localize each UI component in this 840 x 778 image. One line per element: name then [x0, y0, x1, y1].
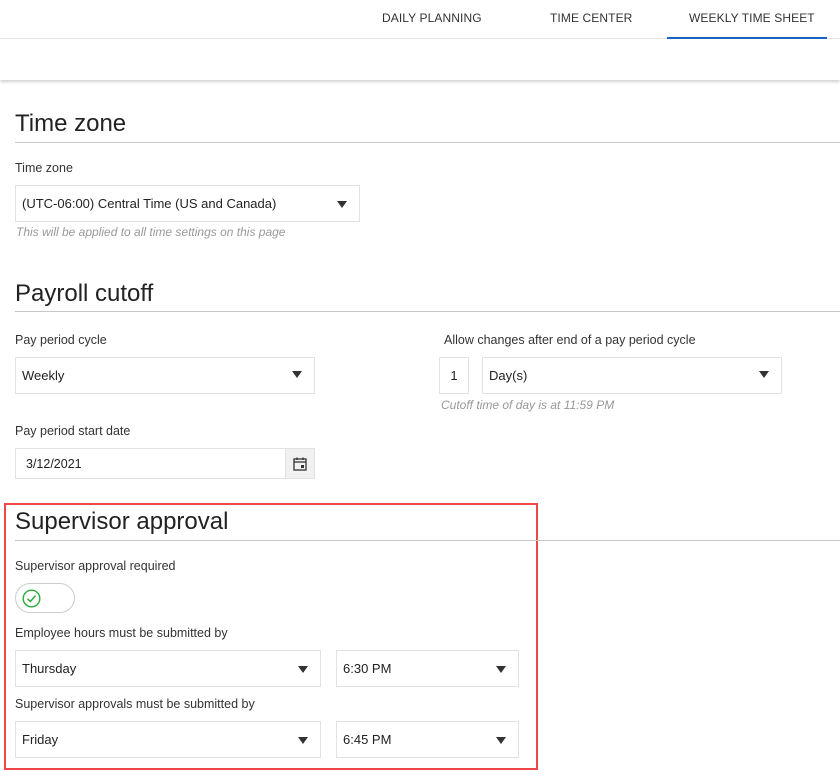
active-tab-indicator — [667, 37, 827, 39]
time-zone-label: Time zone — [15, 161, 73, 175]
pay-period-cycle-value: Weekly — [22, 368, 65, 383]
time-zone-hint: This will be applied to all time setting… — [16, 225, 286, 239]
pay-period-cycle-select[interactable]: Weekly — [15, 357, 315, 394]
chevron-down-icon — [298, 737, 308, 744]
divider — [15, 142, 840, 143]
employee-day-select[interactable]: Thursday — [15, 650, 321, 687]
cutoff-hint: Cutoff time of day is at 11:59 PM — [441, 398, 615, 412]
section-title-payroll-cutoff: Payroll cutoff — [15, 280, 154, 307]
chevron-down-icon — [298, 666, 308, 673]
tab-time-center[interactable]: TIME CENTER — [550, 11, 632, 25]
section-title-supervisor-approval: Supervisor approval — [15, 508, 229, 535]
employee-day-value: Thursday — [22, 661, 77, 676]
calendar-button[interactable] — [285, 448, 315, 479]
check-circle-icon — [22, 589, 41, 608]
chevron-down-icon — [496, 666, 506, 673]
allow-changes-count-input[interactable]: 1 — [439, 357, 469, 394]
allow-changes-count: 1 — [450, 368, 458, 383]
pay-period-start-label: Pay period start date — [15, 424, 131, 438]
approval-time-value: 6:45 PM — [343, 732, 392, 747]
tab-bar: DAILY PLANNING TIME CENTER WEEKLY TIME S… — [0, 0, 840, 39]
pay-period-start-value: 3/12/2021 — [26, 456, 82, 471]
chevron-down-icon — [292, 371, 302, 378]
calendar-icon — [293, 457, 307, 471]
pay-period-cycle-label: Pay period cycle — [15, 333, 107, 347]
allow-changes-unit-select[interactable]: Day(s) — [482, 357, 782, 394]
divider — [15, 540, 840, 541]
tab-weekly-time-sheet[interactable]: WEEKLY TIME SHEET — [689, 11, 815, 39]
approval-day-select[interactable]: Friday — [15, 721, 321, 758]
employee-hours-label: Employee hours must be submitted by — [15, 626, 228, 640]
time-zone-value: (UTC-06:00) Central Time (US and Canada) — [22, 196, 277, 211]
employee-time-select[interactable]: 6:30 PM — [336, 650, 519, 687]
approval-time-select[interactable]: 6:45 PM — [336, 721, 519, 758]
chevron-down-icon — [759, 371, 769, 378]
supervisor-approvals-label: Supervisor approvals must be submitted b… — [15, 697, 255, 711]
allow-changes-label: Allow changes after end of a pay period … — [444, 333, 696, 347]
employee-time-value: 6:30 PM — [343, 661, 392, 676]
section-title-time-zone: Time zone — [15, 110, 127, 137]
approval-required-toggle[interactable] — [15, 583, 75, 613]
time-zone-select[interactable]: (UTC-06:00) Central Time (US and Canada) — [15, 185, 360, 222]
top-navigation: DAILY PLANNING TIME CENTER WEEKLY TIME S… — [0, 0, 840, 80]
chevron-down-icon — [337, 201, 347, 208]
chevron-down-icon — [496, 737, 506, 744]
divider — [15, 311, 840, 312]
approval-required-label: Supervisor approval required — [15, 559, 176, 573]
pay-period-start-input[interactable]: 3/12/2021 — [15, 448, 286, 479]
allow-changes-unit-value: Day(s) — [489, 368, 528, 383]
approval-day-value: Friday — [22, 732, 59, 747]
tab-daily-planning[interactable]: DAILY PLANNING — [382, 11, 482, 25]
